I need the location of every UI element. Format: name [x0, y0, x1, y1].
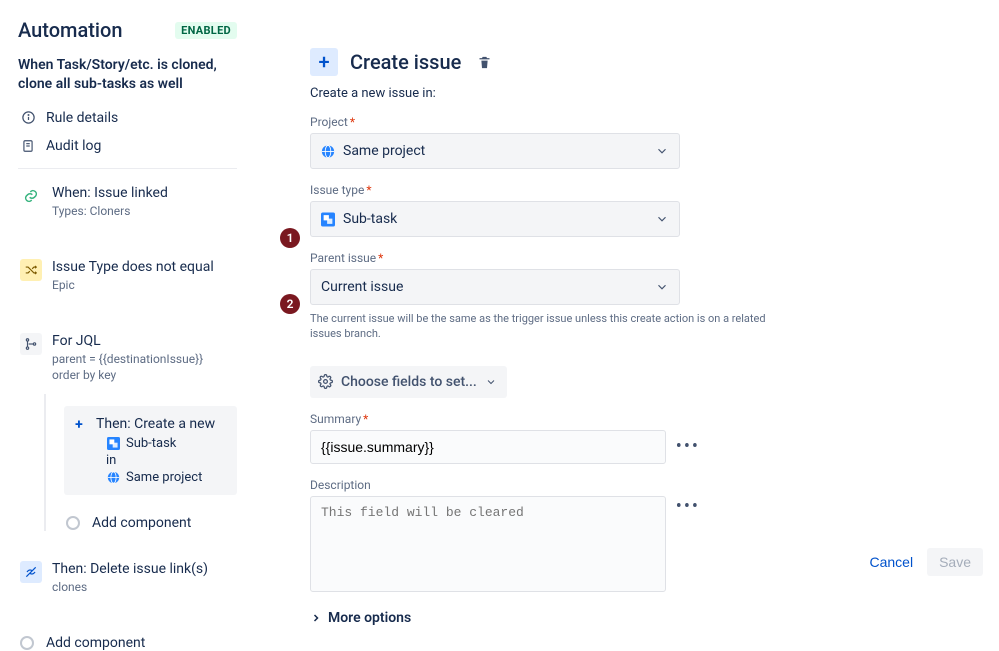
parent-issue-helper: The current issue will be the same as th…: [310, 311, 790, 342]
project-label: Same project: [126, 470, 202, 485]
audit-log-label: Audit log: [46, 138, 101, 154]
delete-action-button[interactable]: [477, 55, 492, 70]
save-button[interactable]: Save: [927, 548, 983, 576]
project-label: Project: [310, 115, 348, 129]
info-icon: [20, 110, 36, 126]
panel-subtitle: Create a new issue in:: [310, 86, 979, 101]
rule-sidebar: Automation ENABLED When Task/Story/etc. …: [0, 0, 250, 646]
choose-fields-button[interactable]: Choose fields to set...: [310, 366, 507, 398]
branch-node[interactable]: For JQL parent = {{destinationIssue}} or…: [18, 321, 237, 393]
cancel-button[interactable]: Cancel: [869, 554, 913, 570]
chevron-right-icon: [310, 612, 322, 624]
condition-subtitle: Epic: [52, 277, 233, 293]
description-label: Description: [310, 478, 371, 492]
globe-icon: [321, 144, 335, 158]
in-label: in: [106, 453, 116, 468]
branch-title: For JQL: [52, 333, 233, 349]
add-circle-icon: [20, 636, 34, 650]
add-component-label: Add component: [46, 635, 145, 651]
condition-node[interactable]: Issue Type does not equal Epic: [18, 247, 237, 303]
summary-more-icon[interactable]: •••: [676, 432, 700, 457]
shuffle-icon: [20, 259, 42, 281]
trigger-subtitle: Types: Cloners: [52, 203, 233, 219]
chevron-down-icon: [655, 144, 669, 158]
branch-icon: [20, 333, 42, 355]
add-component-label: Add component: [92, 515, 191, 531]
subtask-icon: [106, 436, 120, 450]
parent-issue-label: Parent issue: [310, 251, 376, 265]
then-create-card[interactable]: + Then: Create a new Sub-task in: [64, 406, 237, 495]
issue-type-select[interactable]: Sub-task: [310, 201, 680, 237]
plus-icon: +: [70, 416, 88, 434]
add-component-inner[interactable]: Add component: [64, 515, 237, 531]
panel-title: Create issue: [350, 50, 461, 74]
then-delete-subtitle: clones: [52, 579, 233, 595]
plus-badge-icon: +: [310, 48, 338, 76]
project-field: Project* Same project: [310, 115, 979, 169]
callout-1: 1: [280, 228, 300, 248]
then-delete-title: Then: Delete issue link(s): [52, 561, 233, 577]
gear-icon: [318, 374, 333, 389]
then-create-title: Then: Create a new: [96, 416, 215, 432]
link-icon: [20, 185, 42, 207]
branch-subtitle: parent = {{destinationIssue}} order by k…: [52, 351, 233, 383]
chevron-down-icon: [485, 376, 497, 388]
rule-description: When Task/Story/etc. is cloned, clone al…: [18, 56, 237, 94]
chevron-down-icon: [655, 212, 669, 226]
rule-details-link[interactable]: Rule details: [18, 104, 237, 132]
trigger-title: When: Issue linked: [52, 185, 233, 201]
choose-fields-label: Choose fields to set...: [341, 374, 477, 390]
issue-type-value: Sub-task: [343, 211, 397, 227]
summary-field: Summary* •••: [310, 412, 979, 464]
trigger-node[interactable]: When: Issue linked Types: Cloners: [18, 173, 237, 229]
parent-issue-field: Parent issue* Current issue The current …: [310, 251, 979, 342]
callout-2: 2: [280, 294, 300, 314]
page-title: Automation: [18, 18, 123, 42]
more-options-toggle[interactable]: More options: [310, 610, 979, 626]
project-select[interactable]: Same project: [310, 133, 680, 169]
summary-label: Summary: [310, 412, 361, 426]
description-input[interactable]: [310, 496, 666, 592]
summary-input[interactable]: [310, 430, 666, 464]
action-panel: + Create issue Create a new issue in: Pr…: [250, 0, 999, 646]
parent-issue-select[interactable]: Current issue: [310, 269, 680, 305]
then-delete-node[interactable]: Then: Delete issue link(s) clones: [18, 549, 237, 605]
more-options-label: More options: [328, 610, 411, 626]
status-badge: ENABLED: [175, 22, 237, 39]
document-icon: [20, 138, 36, 154]
unlink-icon: [20, 561, 42, 583]
issue-type-field: Issue type* Sub-task: [310, 183, 979, 237]
add-component-outer[interactable]: Add component: [18, 635, 237, 651]
chevron-down-icon: [655, 280, 669, 294]
issue-type-label: Issue type: [310, 183, 364, 197]
description-more-icon[interactable]: •••: [676, 492, 700, 517]
project-value: Same project: [343, 143, 425, 159]
add-circle-icon: [66, 516, 80, 530]
audit-log-link[interactable]: Audit log: [18, 132, 237, 160]
subtask-label: Sub-task: [126, 436, 176, 451]
rule-details-label: Rule details: [46, 110, 118, 126]
globe-icon: [106, 470, 120, 484]
subtask-icon: [321, 212, 335, 226]
condition-title: Issue Type does not equal: [52, 259, 233, 275]
parent-issue-value: Current issue: [321, 279, 403, 295]
